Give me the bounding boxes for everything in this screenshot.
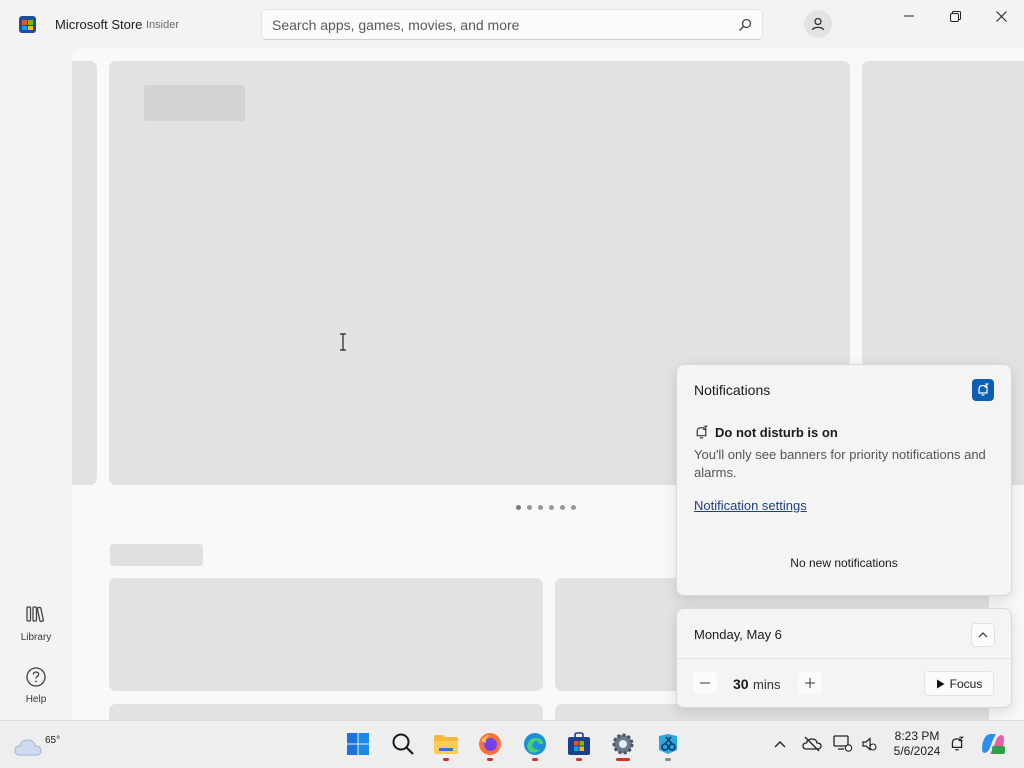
copilot-icon	[982, 734, 1005, 754]
search-box[interactable]	[261, 9, 763, 40]
taskbar-snipping-tool[interactable]	[654, 729, 682, 761]
close-icon	[995, 10, 1007, 22]
cloud-offline-icon	[802, 736, 822, 752]
weather-temperature: 65°	[45, 735, 61, 746]
dnd-heading: Do not disturb is on	[694, 425, 838, 440]
help-icon	[26, 667, 46, 687]
running-indicator	[443, 758, 449, 761]
focus-button-label: Focus	[949, 676, 983, 691]
gear-icon	[612, 733, 634, 755]
account-button[interactable]	[804, 10, 832, 38]
nav-help[interactable]: Help	[0, 658, 72, 712]
clock-time: 8:23 PM	[894, 729, 940, 743]
library-icon	[26, 606, 44, 623]
app-title: Microsoft Store	[55, 17, 143, 32]
play-icon	[936, 679, 945, 688]
search-input[interactable]	[262, 10, 722, 39]
start-button[interactable]	[344, 729, 372, 759]
text-cursor-icon	[340, 333, 346, 351]
notification-center-button[interactable]	[946, 733, 968, 755]
nav-help-label: Help	[25, 694, 47, 705]
pager-dot[interactable]	[538, 505, 543, 510]
bell-snooze-icon	[951, 736, 964, 751]
focus-minutes-unit: mins	[753, 677, 781, 692]
pager-dot[interactable]	[516, 505, 521, 510]
taskbar-settings[interactable]	[609, 729, 637, 761]
taskbar: 65° 8:23 PM 5/6/2024	[0, 720, 1024, 768]
speaker-muted-icon	[862, 737, 877, 751]
network-icon	[833, 735, 853, 752]
tile-placeholder[interactable]	[109, 704, 543, 720]
folder-icon	[434, 735, 458, 754]
pager-dot[interactable]	[527, 505, 532, 510]
restore-button[interactable]	[932, 0, 978, 32]
minimize-button[interactable]	[886, 0, 932, 32]
volume-tray-icon[interactable]	[858, 733, 880, 755]
hero-card-previous-placeholder[interactable]	[72, 61, 97, 485]
focus-decrease-button[interactable]	[693, 672, 717, 694]
network-tray-icon[interactable]	[832, 733, 854, 755]
calendar-collapse-button[interactable]	[971, 623, 995, 647]
clock-date: 5/6/2024	[893, 744, 941, 758]
running-indicator	[665, 758, 671, 761]
windows-icon	[347, 733, 369, 755]
nav-library-label: Library	[20, 632, 52, 643]
dnd-description: You'll only see banners for priority not…	[694, 447, 986, 480]
weather-widget[interactable]: 65°	[14, 727, 60, 761]
notifications-title: Notifications	[694, 382, 771, 398]
taskbar-microsoft-store[interactable]	[565, 729, 593, 761]
firefox-icon	[479, 733, 501, 755]
microsoft-store-logo-icon	[19, 16, 36, 33]
focus-start-button[interactable]: Focus	[924, 671, 994, 696]
user-icon	[811, 17, 825, 31]
onedrive-tray-icon[interactable]	[801, 733, 823, 755]
title-bar: Microsoft Store Insider	[0, 0, 1024, 48]
hero-title-placeholder	[144, 85, 245, 121]
search-icon	[392, 733, 414, 755]
edge-icon	[524, 733, 546, 755]
running-indicator	[487, 758, 493, 761]
do-not-disturb-toggle[interactable]	[972, 379, 994, 401]
snipping-tool-icon	[659, 734, 677, 754]
running-indicator	[576, 758, 582, 761]
focus-increase-button[interactable]	[798, 672, 822, 694]
tile-placeholder[interactable]	[109, 578, 543, 691]
minimize-icon	[904, 15, 914, 17]
insider-badge: Insider	[146, 19, 180, 31]
bell-snooze-icon	[978, 383, 990, 396]
store-icon	[568, 732, 590, 755]
running-indicator	[532, 758, 538, 761]
pager-dot[interactable]	[560, 505, 565, 510]
nav-library[interactable]: Library	[0, 596, 72, 650]
show-hidden-icons-button[interactable]	[769, 733, 791, 755]
taskbar-file-explorer[interactable]	[432, 729, 460, 761]
bell-snooze-icon	[696, 425, 709, 439]
close-button[interactable]	[978, 0, 1024, 32]
taskbar-edge[interactable]	[521, 729, 549, 761]
focus-minutes-value: 30	[733, 676, 749, 692]
pager-dot[interactable]	[571, 505, 576, 510]
taskbar-search-button[interactable]	[389, 729, 417, 759]
cloud-icon	[14, 739, 42, 756]
pager-dot[interactable]	[549, 505, 554, 510]
taskbar-clock[interactable]: 8:23 PM 5/6/2024	[886, 729, 948, 759]
search-icon[interactable]	[738, 18, 752, 32]
chevron-up-icon	[774, 741, 786, 748]
plus-icon	[805, 678, 815, 688]
running-indicator	[616, 758, 630, 761]
minus-icon	[700, 682, 710, 684]
divider	[677, 658, 1011, 659]
copilot-button[interactable]	[980, 731, 1006, 757]
notification-settings-link[interactable]: Notification settings	[694, 498, 807, 513]
carousel-pager[interactable]	[516, 505, 576, 510]
taskbar-firefox[interactable]	[476, 729, 504, 761]
notifications-panel: Notifications Do not disturb is on You'l…	[676, 364, 1012, 596]
calendar-panel: Monday, May 6 30 mins Focus	[676, 608, 1012, 708]
dnd-heading-text: Do not disturb is on	[715, 425, 838, 440]
restore-icon	[949, 10, 961, 22]
calendar-date: Monday, May 6	[694, 627, 782, 642]
chevron-up-icon	[978, 632, 988, 638]
no-notifications-message: No new notifications	[790, 556, 898, 570]
section-title-placeholder	[110, 544, 203, 566]
